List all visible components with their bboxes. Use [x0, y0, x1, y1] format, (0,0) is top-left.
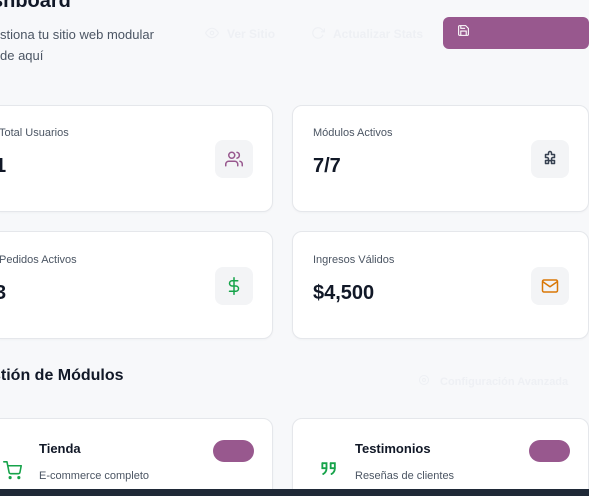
gear-icon	[418, 374, 430, 389]
section-title: stión de Módulos	[0, 367, 124, 384]
stat-label: Pedidos Activos	[0, 254, 77, 266]
module-toggle[interactable]	[213, 440, 254, 462]
eye-icon	[204, 26, 220, 43]
stat-card-users: Total Usuarios 1	[0, 105, 273, 212]
quote-icon	[319, 459, 339, 484]
stat-value: 7/7	[313, 155, 341, 177]
update-stats-label: Actualizar Stats	[333, 27, 424, 41]
module-name: Tienda	[39, 441, 81, 456]
puzzle-icon	[531, 140, 569, 178]
view-site-button[interactable]: Ver Sitio	[204, 24, 276, 44]
stat-card-orders: Pedidos Activos 3	[0, 231, 273, 339]
module-toggle[interactable]	[529, 440, 570, 462]
mail-icon	[531, 267, 569, 305]
stat-value: $4,500	[313, 282, 375, 304]
stat-label: Módulos Activos	[313, 127, 393, 139]
refresh-icon	[311, 26, 325, 43]
stat-card-revenue: Ingresos Válidos $4,500	[292, 231, 589, 339]
advanced-config-label: Configuración Avanzada	[440, 375, 569, 388]
save-icon	[457, 24, 470, 42]
stat-value: 1	[0, 155, 7, 177]
module-description: Reseñas de clientes	[355, 470, 455, 482]
module-card-tienda: Tienda E-commerce completo	[0, 418, 273, 496]
taskbar-edge	[0, 489, 589, 496]
advanced-config-button[interactable]: Configuración Avanzada	[418, 374, 568, 389]
cart-icon	[3, 461, 22, 485]
dollar-icon	[215, 267, 253, 305]
view-site-label: Ver Sitio	[227, 27, 276, 41]
stat-card-modules: Módulos Activos 7/7	[292, 105, 589, 212]
page-subtitle: stiona tu sitio web modular de aquí	[0, 27, 154, 63]
save-button[interactable]	[443, 17, 589, 49]
module-description: E-commerce completo	[39, 470, 150, 482]
users-icon	[215, 140, 253, 178]
stat-value: 3	[0, 282, 7, 304]
stat-label: Total Usuarios	[0, 127, 69, 139]
stat-label: Ingresos Válidos	[313, 254, 395, 266]
page-title: shboard	[0, 0, 71, 12]
update-stats-button[interactable]: Actualizar Stats	[311, 24, 423, 44]
module-card-testimonios: Testimonios Reseñas de clientes	[292, 418, 589, 496]
module-name: Testimonios	[355, 441, 431, 456]
